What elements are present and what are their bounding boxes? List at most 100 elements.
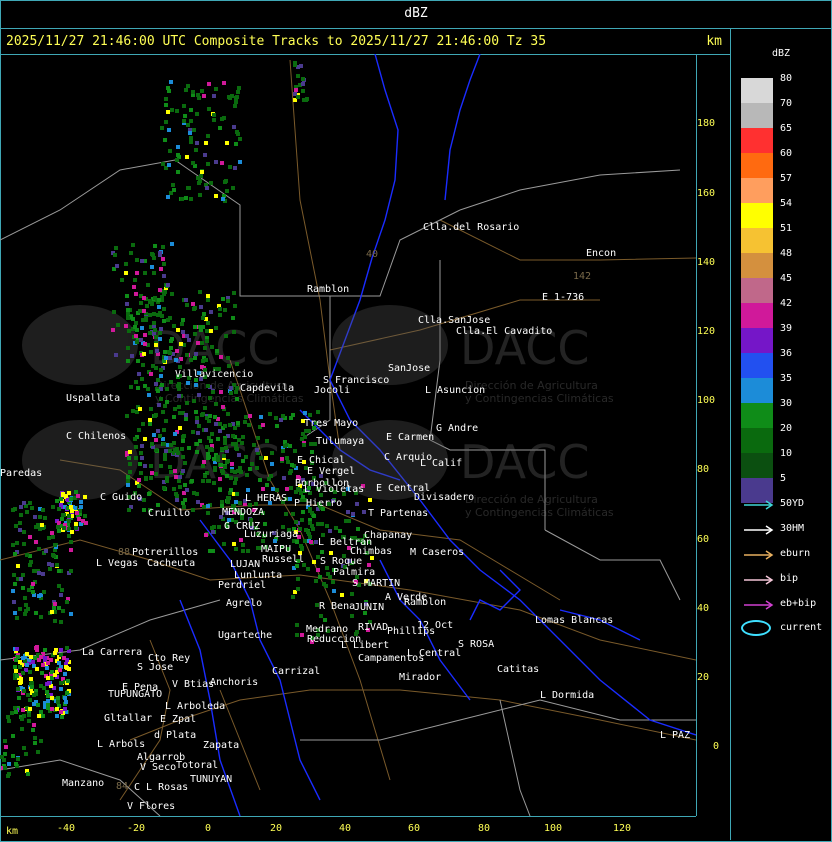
echo-pixel	[159, 397, 163, 401]
legend-value: 54	[780, 198, 793, 209]
echo-pixel	[164, 97, 168, 101]
watermark-line2: y Contingencias Climáticas	[465, 506, 614, 519]
echo-pixel	[159, 368, 163, 372]
echo-pixel	[150, 471, 154, 475]
echo-pixel	[34, 611, 38, 615]
echo-pixel	[233, 166, 237, 170]
echo-pixel	[289, 469, 293, 473]
echo-pixel	[162, 486, 166, 490]
echo-pixel	[147, 492, 151, 496]
place-label: Clla.El Cavadito	[456, 326, 552, 337]
echo-pixel	[300, 518, 304, 522]
track-arrow-icon	[744, 550, 774, 560]
echo-pixel	[28, 698, 32, 702]
place-label: RIVAD	[358, 622, 388, 633]
radar-map[interactable]: DACC DACC DACC DACC Dirección de Agricul…	[0, 54, 696, 816]
echo-pixel	[156, 389, 160, 393]
echo-pixel	[57, 507, 61, 511]
echo-pixel	[206, 504, 210, 508]
echo-pixel	[34, 540, 38, 544]
echo-pixel	[44, 549, 48, 553]
echo-pixel	[192, 491, 196, 495]
echo-pixel	[295, 633, 299, 637]
legend-value: 35	[780, 373, 793, 384]
x-tick-label: 60	[407, 823, 421, 834]
place-label: TUNUYAN	[190, 774, 232, 785]
echo-pixel	[135, 340, 139, 344]
echo-pixel	[30, 685, 34, 689]
echo-pixel	[221, 197, 225, 201]
legend-value: 10	[780, 448, 793, 459]
echo-pixel	[206, 384, 210, 388]
echo-pixel	[263, 522, 267, 526]
echo-pixel	[136, 386, 140, 390]
echo-pixel	[234, 142, 238, 146]
echo-pixel	[221, 297, 225, 301]
echo-pixel	[164, 449, 168, 453]
place-label: E Zpal	[160, 714, 196, 725]
place-label: La Carrera	[82, 647, 142, 658]
echo-pixel	[270, 451, 274, 455]
echo-pixel	[182, 434, 186, 438]
echo-pixel	[139, 471, 143, 475]
echo-pixel	[17, 696, 21, 700]
echo-pixel	[308, 521, 312, 525]
echo-pixel	[25, 652, 29, 656]
echo-pixel	[323, 618, 327, 622]
echo-pixel	[22, 530, 26, 534]
echo-pixel	[162, 442, 166, 446]
echo-pixel	[165, 479, 169, 483]
echo-pixel	[239, 538, 243, 542]
echo-pixel	[55, 714, 59, 718]
echo-pixel	[264, 456, 268, 460]
echo-pixel	[16, 655, 20, 659]
echo-pixel	[238, 466, 242, 470]
echo-pixel	[172, 415, 176, 419]
echo-pixel	[226, 412, 230, 416]
echo-pixel	[189, 358, 193, 362]
echo-pixel	[52, 606, 56, 610]
place-label: E 1-736	[542, 292, 584, 303]
y-tick-label: 80	[697, 464, 710, 475]
echo-pixel	[282, 476, 286, 480]
echo-pixel	[138, 309, 142, 313]
echo-pixel	[243, 420, 247, 424]
place-label: LUJAN	[230, 559, 260, 570]
echo-pixel	[20, 727, 24, 731]
echo-pixel	[55, 499, 59, 503]
echo-pixel	[165, 387, 169, 391]
echo-pixel	[223, 465, 227, 469]
echo-pixel	[351, 512, 355, 516]
echo-pixel	[235, 386, 239, 390]
echo-pixel	[175, 498, 179, 502]
echo-pixel	[14, 669, 18, 673]
echo-pixel	[183, 114, 187, 118]
echo-pixel	[301, 89, 305, 93]
echo-pixel	[7, 762, 11, 766]
echo-pixel	[212, 113, 216, 117]
echo-pixel	[21, 573, 25, 577]
echo-pixel	[184, 417, 188, 421]
place-label: E Vergel	[307, 466, 355, 477]
echo-pixel	[168, 149, 172, 153]
echo-pixel	[226, 500, 230, 504]
echo-pixel	[144, 476, 148, 480]
echo-pixel	[189, 197, 193, 201]
echo-pixel	[33, 741, 37, 745]
echo-pixel	[83, 514, 87, 518]
echo-pixel	[13, 665, 17, 669]
track-label: eb+bip	[780, 598, 817, 609]
echo-pixel	[21, 586, 25, 590]
echo-pixel	[213, 415, 217, 419]
watermark-line1: Dirección de Agricultura	[465, 493, 598, 506]
echo-pixel	[215, 349, 219, 353]
echo-pixel	[232, 291, 236, 295]
echo-pixel	[125, 294, 129, 298]
echo-pixel	[158, 331, 162, 335]
track-label: bip	[780, 573, 799, 584]
echo-pixel	[218, 307, 222, 311]
echo-pixel	[14, 524, 18, 528]
echo-pixel	[211, 390, 215, 394]
echo-pixel	[308, 413, 312, 417]
echo-pixel	[246, 549, 250, 553]
